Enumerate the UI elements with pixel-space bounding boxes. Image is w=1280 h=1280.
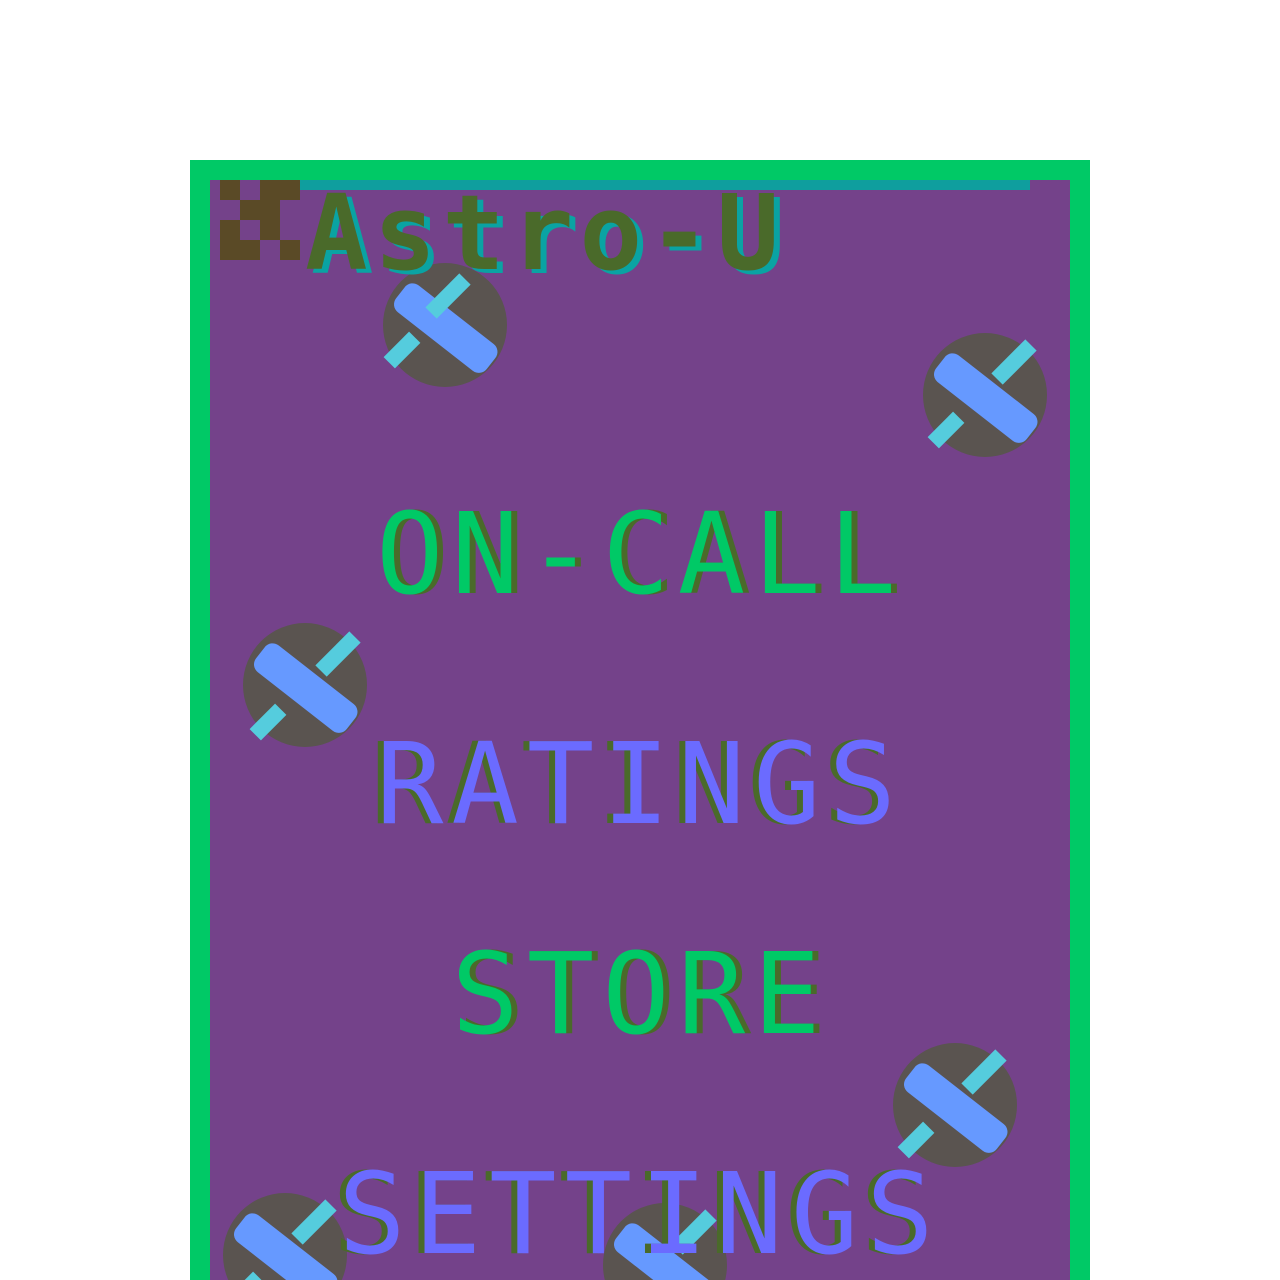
checker-pattern-icon <box>220 180 300 264</box>
asteroid-icon <box>910 320 1060 470</box>
settings-button[interactable]: SETTINGS <box>210 1159 1070 1271</box>
on-call-button[interactable]: ON-CALL <box>210 499 1070 611</box>
ratings-button[interactable]: RATINGS <box>210 729 1070 841</box>
game-screen: Astro-U ON-CALL RATINGS STORE SETTINGS <box>0 0 1280 1280</box>
store-button[interactable]: STORE <box>210 939 1070 1051</box>
menu-frame: Astro-U ON-CALL RATINGS STORE SETTINGS <box>190 160 1090 1280</box>
menu-panel: Astro-U ON-CALL RATINGS STORE SETTINGS <box>210 180 1070 1280</box>
game-title: Astro-U <box>305 180 786 294</box>
